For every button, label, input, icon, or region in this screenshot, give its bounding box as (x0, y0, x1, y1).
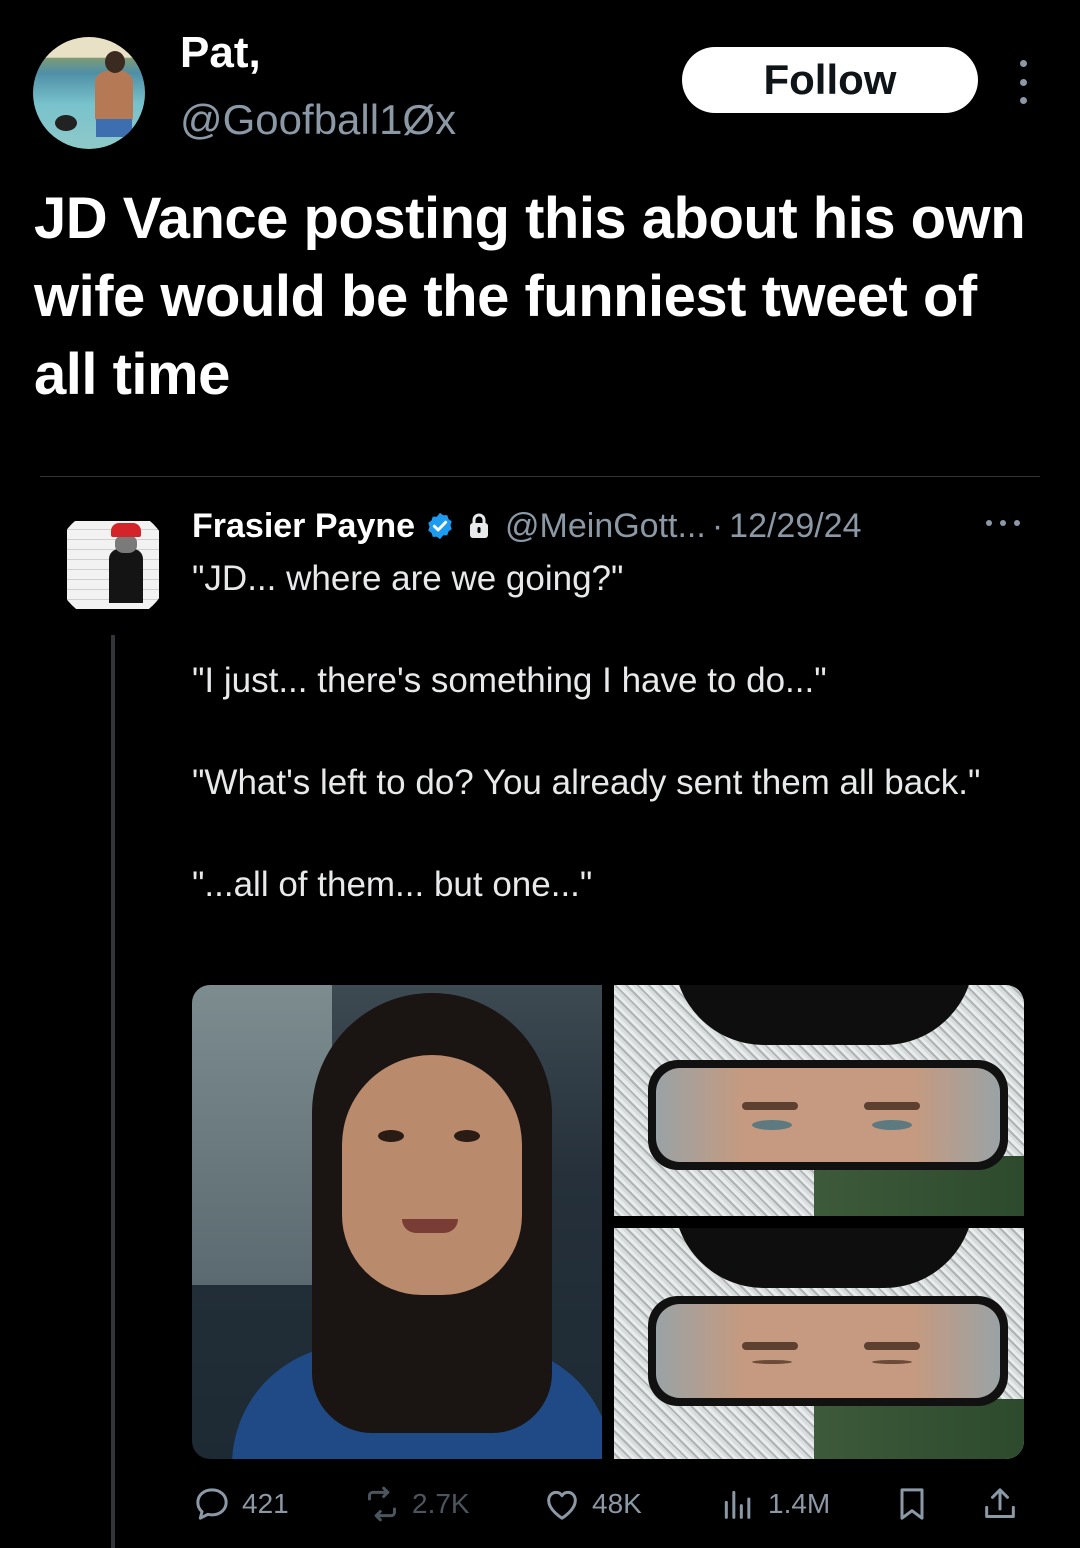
repost-icon (362, 1484, 402, 1524)
avatar-shorts (96, 119, 132, 137)
avatar-figure (95, 71, 133, 123)
tweet-text: JD Vance posting this about his own wife… (34, 186, 1026, 407)
avatar-head (105, 51, 125, 73)
mirror-mount (674, 985, 974, 1045)
view-count: 1.4M (768, 1488, 831, 1519)
share-button[interactable] (980, 1482, 1020, 1526)
more-dot (986, 520, 992, 526)
rearview-mirror (648, 1296, 1008, 1406)
rearview-mirror (648, 1060, 1008, 1170)
eye (872, 1120, 912, 1130)
avatar-suit (109, 549, 143, 603)
avatar-red-hat (111, 523, 141, 537)
views-icon (718, 1484, 758, 1524)
lock-icon (467, 512, 491, 540)
more-dot (1014, 520, 1020, 526)
author-handle[interactable]: @Goofball1Øx (180, 93, 456, 147)
reply-header: Frasier Payne @MeinGott... · 12/29/24 (192, 503, 862, 549)
eye (378, 1130, 404, 1142)
thread-line (111, 635, 115, 1548)
brow (742, 1102, 798, 1110)
action-bar: 421 2.7K 48K 1.4M (192, 1482, 1024, 1526)
reply-author-name[interactable]: Frasier Payne (192, 507, 415, 546)
author-avatar[interactable] (33, 37, 145, 149)
more-dot (1019, 60, 1027, 67)
closed-eye (752, 1360, 792, 1364)
eye (454, 1130, 480, 1142)
reply-icon (192, 1484, 232, 1524)
mouth (402, 1219, 458, 1233)
avatar-face (115, 535, 137, 553)
share-icon (980, 1484, 1020, 1524)
face (342, 1055, 522, 1295)
reply-author-handle[interactable]: @MeinGott... (505, 507, 706, 546)
more-dot (1019, 97, 1027, 104)
repost-button[interactable]: 2.7K (362, 1482, 470, 1526)
reply-author-avatar[interactable] (55, 507, 170, 622)
media-grid (192, 985, 1024, 1459)
repost-count: 2.7K (412, 1488, 470, 1519)
divider (40, 476, 1040, 477)
reply-count: 421 (242, 1488, 289, 1519)
avatar-racket (55, 115, 77, 131)
like-count: 48K (592, 1488, 642, 1519)
reply-paragraph: "I just... there's something I have to d… (192, 661, 827, 700)
media-image-mirror-eyes-open[interactable] (614, 985, 1024, 1216)
separator-dot: · (711, 506, 724, 545)
author-display-name[interactable]: Pat, (180, 26, 261, 80)
eye (752, 1120, 792, 1130)
reply-paragraph: "JD... where are we going?" (192, 559, 624, 598)
reply-date[interactable]: 12/29/24 (729, 507, 861, 546)
like-button[interactable]: 48K (542, 1482, 642, 1526)
reply-paragraph: "...all of them... but one..." (192, 865, 593, 904)
more-horizontal-icon[interactable] (986, 520, 1020, 528)
heart-icon (542, 1484, 582, 1524)
more-dot (1019, 78, 1027, 86)
reply-button[interactable]: 421 (192, 1482, 289, 1526)
more-vertical-icon[interactable] (1012, 60, 1034, 104)
mirror-glass (656, 1068, 1000, 1162)
views-button[interactable]: 1.4M (718, 1482, 830, 1526)
car-window (192, 985, 332, 1285)
media-image-woman-in-car[interactable] (192, 985, 602, 1459)
bookmark-icon (892, 1484, 932, 1524)
closed-eye (872, 1360, 912, 1364)
mirror-mount (674, 1228, 974, 1288)
verified-badge-icon (425, 511, 455, 541)
follow-button[interactable]: Follow (682, 47, 978, 113)
brow (864, 1102, 920, 1110)
mirror-glass (656, 1304, 1000, 1398)
media-image-mirror-eyes-closed[interactable] (614, 1228, 1024, 1459)
trees (814, 1399, 1024, 1459)
more-dot (1000, 520, 1006, 526)
tweet-screen: Pat, @Goofball1Øx Follow JD Vance postin… (0, 0, 1080, 1548)
bookmark-button[interactable] (892, 1482, 932, 1526)
reply-paragraph: "What's left to do? You already sent the… (192, 763, 981, 802)
brow (742, 1342, 798, 1350)
reply-text: "JD... where are we going?" "I just... t… (192, 554, 1022, 910)
brow (864, 1342, 920, 1350)
